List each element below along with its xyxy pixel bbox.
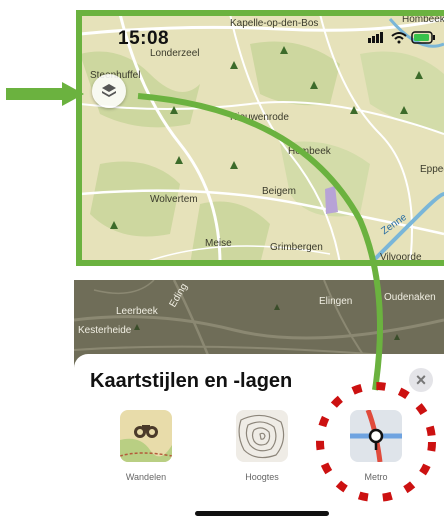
place-label: Oudenaken bbox=[384, 292, 436, 303]
place-label: Hombeek bbox=[402, 14, 444, 25]
place-label: Kapelle-op-den-Bos bbox=[230, 18, 319, 29]
status-icons bbox=[368, 30, 438, 49]
tile-metro[interactable] bbox=[350, 410, 402, 462]
place-label: Grimbergen bbox=[270, 242, 323, 253]
layers-icon bbox=[102, 84, 116, 97]
place-label: Wolvertem bbox=[150, 194, 198, 205]
binoculars-trail-icon bbox=[120, 410, 172, 462]
place-label: Kesterheide bbox=[78, 325, 132, 336]
home-indicator bbox=[195, 511, 329, 516]
tile-label-hoogtes: Hoogtes bbox=[245, 472, 279, 482]
signal-wifi-battery-icon bbox=[368, 31, 435, 44]
tile-label-metro: Metro bbox=[364, 472, 388, 482]
place-label: Beigem bbox=[262, 186, 296, 197]
sheet-title: Kaartstijlen en -lagen bbox=[90, 370, 293, 392]
place-label: Londerzeel bbox=[150, 48, 200, 59]
contour-lines-icon bbox=[236, 410, 288, 462]
map-layers-button[interactable] bbox=[92, 74, 126, 108]
place-label: Elingen bbox=[319, 296, 353, 307]
place-label: Hombeek bbox=[288, 146, 331, 157]
close-button[interactable]: × bbox=[409, 368, 433, 392]
tile-hoogtes[interactable] bbox=[236, 410, 288, 462]
place-label: Nieuwenrode bbox=[230, 112, 289, 123]
place-label: Meise bbox=[205, 238, 232, 249]
place-label: Leerbeek bbox=[116, 306, 158, 317]
close-icon: × bbox=[415, 370, 427, 390]
tile-wandelen[interactable] bbox=[120, 410, 172, 462]
place-label: Eppeg bbox=[420, 164, 444, 175]
status-time: 15:08 bbox=[118, 28, 170, 49]
annotation-arrow-icon bbox=[6, 82, 84, 106]
map-view-top[interactable]: 15:08 Kapelle-op-den-Bos Hombeek Londerz… bbox=[80, 14, 444, 264]
place-label: Vilvoorde bbox=[380, 252, 422, 263]
metro-station-icon bbox=[350, 410, 402, 462]
tile-label-wandelen: Wandelen bbox=[125, 472, 167, 482]
